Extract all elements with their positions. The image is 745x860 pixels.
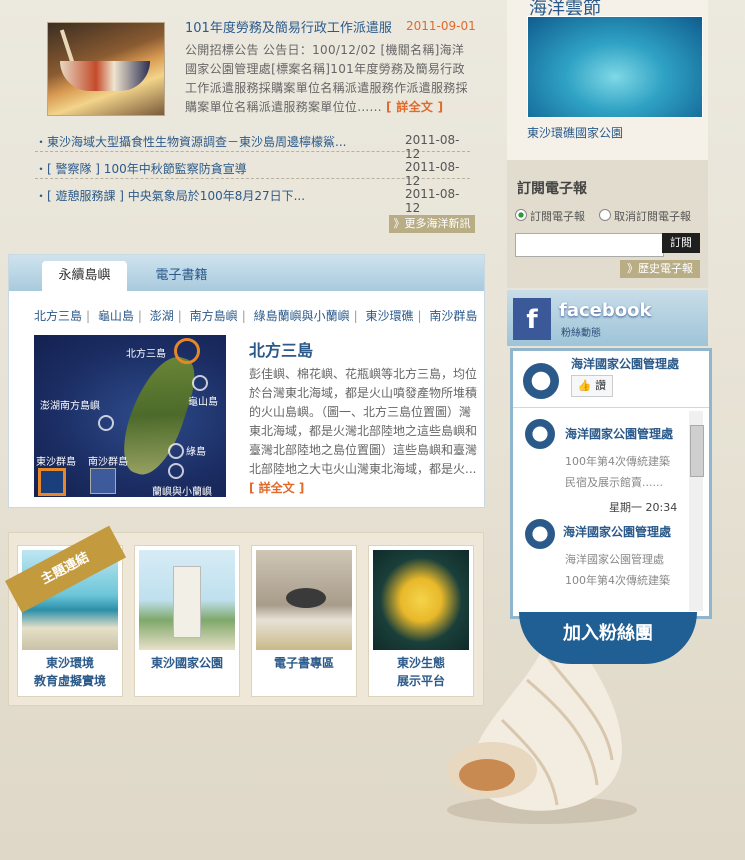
tab-islands[interactable]: 永續島嶼 [42, 261, 127, 291]
radio-dot-icon [599, 209, 611, 221]
map-label: 蘭嶼與小蘭嶼 [152, 487, 212, 497]
newsletter-title: 訂閱電子報 [517, 181, 587, 197]
facebook-logo-icon: f [513, 298, 551, 340]
dongsha-thumb[interactable] [38, 468, 66, 496]
join-fans-button[interactable]: 加入粉絲團 [519, 612, 697, 664]
news-title[interactable]: ・[ 遊憩服務課 ] 中央氣象局於100年8月27日下... [35, 187, 385, 204]
scrollbar-thumb[interactable] [690, 425, 704, 477]
fb-scrollbar[interactable] [689, 411, 704, 611]
map-marker[interactable] [168, 443, 184, 459]
atoll-photo[interactable] [527, 16, 703, 118]
map-label: 綠島 [186, 447, 206, 458]
card-label: 東沙環境 教育虛擬實境 [33, 656, 106, 688]
radio-unsubscribe[interactable]: 取消訂閱電子報 [599, 208, 691, 224]
island-desc-text: 彭佳嶼、棉花嶼、花瓶嶼等北方三島，均位於台灣東北海域，都是火山噴發產物所堆積的火… [249, 367, 478, 476]
monument-image [139, 550, 235, 650]
islands-map[interactable]: 北方三島 龜山島 澎湖南方島嶼 綠島 蘭嶼與小蘭嶼 東沙群島 南沙群島 [34, 335, 226, 497]
email-field[interactable] [515, 233, 664, 257]
fb-post-time: 星期一 20:34 [609, 501, 678, 514]
more-news-button[interactable]: 》更多海洋新訊 [389, 215, 475, 233]
subscribe-button[interactable]: 訂閱 [662, 233, 700, 253]
agency-logo-icon [525, 419, 555, 449]
islands-panel: 永續島嶼 電子書籍 北方三島 | 龜山島 | 澎湖 | 南方島嶼 | 綠島蘭嶼與小蘭嶼 |… [8, 254, 485, 508]
news-row[interactable]: ・[ 警察隊 ] 100年中秋節監察防貪宣導 2011-08-12 [35, 158, 470, 188]
news-date: 2011-08-12 [405, 133, 460, 161]
card-label: 東沙國家公園 [150, 656, 223, 670]
map-label: 澎湖南方島嶼 [40, 401, 100, 412]
island-description: 彭佳嶼、棉花嶼、花瓶嶼等北方三島，均位於台灣東北海域，都是火山噴發產物所堆積的火… [249, 365, 477, 498]
card-dongsha-park[interactable]: 東沙國家公園 [134, 545, 240, 697]
tab-ebooks[interactable]: 電子書籍 [139, 261, 224, 291]
newsletter-history-button[interactable]: 》歷史電子報 [620, 260, 700, 278]
islands-tabbar: 永續島嶼 電子書籍 [9, 255, 484, 291]
island-title: 北方三島 [249, 341, 314, 360]
card-label: 電子書專區 [273, 656, 334, 670]
map-marker[interactable] [168, 463, 184, 479]
map-label: 東沙群島 [36, 457, 76, 468]
bird-shape [286, 588, 326, 608]
map-label: 南沙群島 [88, 457, 128, 468]
island-link[interactable]: 南沙群島 [429, 309, 477, 323]
agency-logo-icon [523, 363, 559, 399]
map-label: 北方三島 [126, 349, 166, 360]
fb-post-text: 海洋國家公園管理處 100年第4次傳統建築 [565, 553, 670, 587]
radio-subscribe[interactable]: 訂閱電子報 [515, 208, 585, 224]
fb-post-author[interactable]: 海洋國家公園管理處 [565, 425, 673, 442]
fb-post-text: 100年第4次傳統建築 民宿及展示館賣...... [565, 455, 670, 489]
news-title[interactable]: ・[ 警察隊 ] 100年中秋節監察防貪宣導 [35, 160, 385, 177]
news-date: 2011-08-12 [405, 187, 460, 215]
card-ebook-zone[interactable]: 電子書專區 [251, 545, 357, 697]
facebook-header: f facebook 粉絲動態 [507, 290, 708, 346]
monument-stone [173, 566, 201, 638]
news-featured-summary: 公開招標公告 公告日：100/12/02 [機關名稱]海洋國家公園管理處[標案名… [185, 41, 470, 117]
atoll-caption[interactable]: 東沙環礁國家公園 [527, 124, 623, 141]
map-marker-north[interactable] [174, 338, 200, 364]
news-thumbnail[interactable] [47, 22, 165, 116]
island-more-link[interactable]: [ 詳全文 ] [249, 481, 304, 495]
agency-logo-icon [525, 519, 555, 549]
island-link[interactable]: 綠島蘭嶼與小蘭嶼 [254, 309, 350, 323]
news-title[interactable]: ・東沙海域大型攝食性生物資源調查－東沙島周邊檸檬鯊... [35, 133, 385, 150]
bird-image [256, 550, 352, 650]
island-link[interactable]: 龜山島 [98, 309, 134, 323]
map-marker[interactable] [98, 415, 114, 431]
sidebar: 海洋雲節 東沙環礁國家公園 訂閱電子報 訂閱電子報 取消訂閱電子報 訂閱 》歷史… [507, 0, 712, 860]
map-marker[interactable] [192, 375, 208, 391]
island-links: 北方三島 | 龜山島 | 澎湖 | 南方島嶼 | 綠島蘭嶼與小蘭嶼 | 東沙環礁 | 南沙群… [34, 309, 478, 323]
island-link[interactable]: 南方島嶼 [190, 309, 238, 323]
news-featured-title[interactable]: 101年度勞務及簡易行政工作派遣服 [185, 17, 400, 36]
boat-image [60, 61, 150, 91]
nansha-thumb[interactable] [90, 468, 116, 494]
radio-dot-icon [515, 209, 527, 221]
fb-post-author[interactable]: 海洋國家公園管理處 [563, 523, 671, 540]
map-label: 龜山島 [188, 397, 218, 408]
divider [513, 407, 709, 408]
like-button[interactable]: 👍 讚 [571, 375, 613, 397]
facebook-subtitle: 粉絲動態 [561, 328, 601, 339]
facebook-widget: 海洋國家公園管理處 👍 讚 海洋國家公園管理處 100年第4次傳統建築 民宿及展示… [510, 348, 712, 619]
island-link[interactable]: 東沙環礁 [365, 309, 413, 323]
news-row[interactable]: ・[ 遊憩服務課 ] 中央氣象局於100年8月27日下... 2011-08-1… [35, 185, 470, 215]
theme-links-panel: 東沙環境 教育虛擬實境 東沙國家公園 電子書專區 東沙生態 展示平台 主題連結 [5, 525, 484, 706]
island-link[interactable]: 澎湖 [150, 309, 174, 323]
news-row[interactable]: ・東沙海域大型攝食性生物資源調查－東沙島周邊檸檬鯊... 2011-08-12 [35, 131, 470, 161]
featured-more-link[interactable]: [ 詳全文 ] [386, 100, 443, 114]
island-link[interactable]: 北方三島 [34, 309, 82, 323]
fb-page-name[interactable]: 海洋國家公園管理處 [571, 355, 679, 372]
news-featured-date: 2011-09-01 [406, 19, 476, 33]
news-date: 2011-08-12 [405, 160, 460, 188]
facebook-wordmark: facebook [559, 300, 652, 321]
sidebar-photo-box: 海洋雲節 東沙環礁國家公園 [507, 0, 708, 160]
